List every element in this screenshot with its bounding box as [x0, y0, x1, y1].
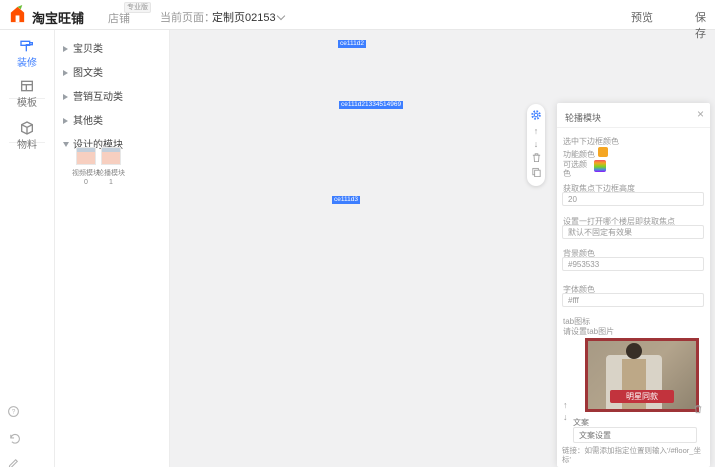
preview-button[interactable]: 预览 — [631, 9, 653, 25]
tree-item-imagetext[interactable]: 图文类 — [63, 64, 103, 79]
module-id-tag: ce111d21334514969 — [339, 101, 403, 109]
photo-shape — [622, 359, 646, 412]
tree-item-label: 图文类 — [73, 68, 103, 79]
top-header: 淘宝旺铺 店铺 专业版 当前页面： 定制页02153 预览 保存 — [0, 0, 715, 30]
app-title: 淘宝旺铺 — [32, 8, 84, 27]
panel-divider — [557, 127, 710, 128]
optional-color-swatch[interactable] — [594, 160, 606, 172]
field-label-function-color: 功能颜色 — [563, 149, 595, 160]
tree-item-other[interactable]: 其他类 — [63, 112, 103, 127]
delete-module-icon[interactable] — [527, 152, 545, 163]
box-icon — [0, 120, 54, 136]
photo-shape — [626, 343, 642, 359]
page-dropdown-chevron-icon[interactable] — [274, 9, 284, 27]
rail-label: 装修 — [17, 58, 37, 69]
focus-border-height-input[interactable] — [562, 192, 704, 206]
function-color-swatch[interactable] — [598, 147, 608, 157]
wangpu-logo-icon — [8, 5, 27, 24]
module-tree-panel: 宝贝类 图文类 营销互动类 其他类 设计的模块 视频模块0 轮播模块1 — [55, 30, 170, 467]
app-window: 淘宝旺铺 店铺 专业版 当前页面： 定制页02153 预览 保存 装修 模板 物… — [0, 0, 715, 467]
svg-text:?: ? — [12, 409, 16, 416]
field-sublabel-set-tab-image: 请设置tab图片 — [563, 326, 614, 337]
tree-item-marketing[interactable]: 营销互动类 — [63, 88, 123, 103]
link-hint-text: 链接：如需添加指定位置则输入'/#floor_坐标' — [562, 446, 705, 464]
save-button[interactable]: 保存 — [695, 9, 715, 41]
background-color-input[interactable] — [562, 257, 704, 271]
edit-icon[interactable] — [7, 457, 20, 467]
tab-image-preview[interactable]: 明星同款 — [585, 338, 699, 412]
item-delete-icon[interactable] — [693, 404, 703, 414]
rail-item-material[interactable]: 物料 — [0, 120, 54, 151]
collapse-arrow-icon — [63, 70, 68, 76]
current-page-value[interactable]: 定制页02153 — [212, 9, 276, 25]
copy-module-icon[interactable] — [527, 167, 545, 178]
panel-title: 轮播模块 — [565, 111, 601, 124]
item-move-down-icon[interactable]: ↓ — [563, 412, 568, 422]
font-color-input[interactable] — [562, 293, 704, 307]
version-badge: 专业版 — [124, 2, 151, 13]
help-icon[interactable]: ? — [7, 405, 20, 418]
collapse-arrow-icon — [63, 94, 68, 100]
tree-item-label: 营销互动类 — [73, 92, 123, 103]
module-thumbnail[interactable] — [76, 147, 96, 165]
move-down-icon[interactable]: ↓ — [527, 138, 545, 150]
image-overlay-button: 明星同款 — [610, 390, 674, 403]
field-label-selected-border-color: 选中下边框颜色 — [563, 136, 619, 147]
tree-item-label: 宝贝类 — [73, 44, 103, 55]
rail-item-decorate[interactable]: 装修 — [0, 38, 54, 69]
rail-label: 模板 — [17, 98, 37, 109]
module-thumbnail[interactable] — [101, 147, 121, 165]
open-floor-focus-input[interactable] — [562, 225, 704, 239]
module-toolbar: ↑ ↓ — [527, 104, 545, 186]
undo-icon[interactable] — [7, 432, 20, 445]
collapse-arrow-icon — [63, 118, 68, 124]
rail-item-template[interactable]: 模板 — [0, 78, 54, 109]
move-up-icon[interactable]: ↑ — [527, 125, 545, 137]
module-id-tag: ce111d2 — [338, 40, 366, 48]
close-icon[interactable]: × — [697, 107, 704, 121]
tree-item-products[interactable]: 宝贝类 — [63, 40, 103, 55]
item-move-up-icon[interactable]: ↑ — [563, 400, 568, 410]
field-label-optional-color: 可选颜色 — [563, 160, 593, 178]
expand-arrow-icon — [63, 142, 69, 147]
template-icon — [0, 78, 54, 94]
rail-label: 物料 — [17, 140, 37, 151]
copywriting-input[interactable] — [573, 427, 697, 443]
hammer-icon — [0, 38, 54, 54]
collapse-arrow-icon — [63, 46, 68, 52]
settings-panel: 轮播模块 × 选中下边框颜色 功能颜色 可选颜色 获取焦点下边框高度 设置一打开… — [557, 103, 710, 467]
module-thumb-label: 轮播模块1 — [89, 169, 133, 187]
module-settings-gear-icon[interactable] — [527, 109, 545, 121]
current-page-label: 当前页面： — [160, 9, 215, 25]
tree-item-label: 其他类 — [73, 116, 103, 127]
module-id-tag: ce111d3 — [332, 196, 360, 204]
left-rail: 装修 模板 物料 ? — [0, 30, 55, 467]
